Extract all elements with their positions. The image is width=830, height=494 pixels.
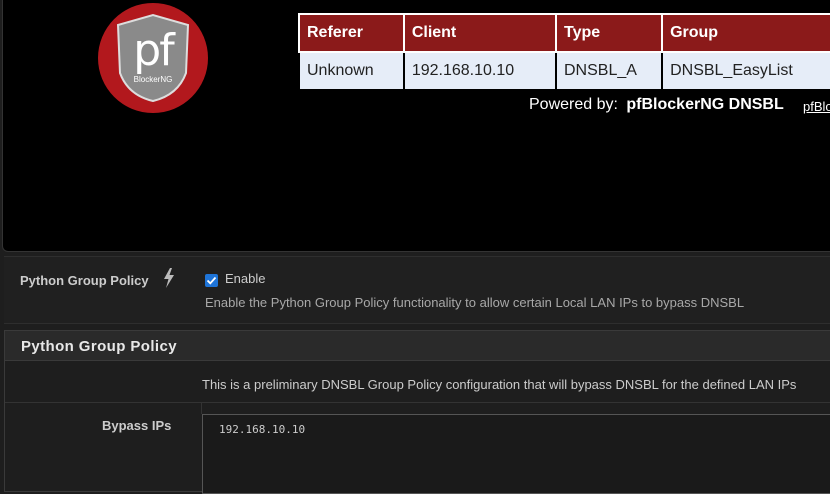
enable-checkbox[interactable]: [205, 274, 218, 287]
python-group-policy-help: Enable the Python Group Policy functiona…: [205, 295, 745, 310]
dnsbl-preview-panel: pf BlockerNG Referer Client Type Group U…: [2, 0, 830, 252]
powered-prefix: Powered by:: [529, 96, 618, 113]
python-group-policy-panel: Python Group Policy This is a preliminar…: [4, 330, 830, 494]
panel-info-text: This is a preliminary DNSBL Group Policy…: [202, 377, 797, 392]
cell-referer: Unknown: [298, 51, 405, 91]
powered-by-text: Powered by: pfBlockerNG DNSBL: [529, 96, 784, 114]
logo-subtext: BlockerNG: [133, 75, 173, 84]
logo-text: pf: [133, 25, 174, 76]
header-client: Client: [402, 13, 558, 53]
header-group: Group: [661, 13, 830, 53]
powered-name: pfBlockerNG DNSBL: [626, 96, 784, 113]
cell-group: DNSBL_EasyList: [661, 51, 830, 91]
pfblockerng-logo-icon: pf BlockerNG: [98, 3, 208, 113]
python-group-policy-label: Python Group Policy: [20, 273, 149, 288]
bolt-icon[interactable]: [162, 268, 176, 288]
python-group-policy-row: Python Group Policy Enable Enable the Py…: [4, 256, 830, 324]
table-header-row: Referer Client Type Group: [298, 13, 830, 53]
bypass-ips-label: Bypass IPs: [102, 418, 172, 433]
bypass-ips-textarea[interactable]: 192.168.10.10: [202, 414, 830, 494]
checkmark-icon: [206, 276, 217, 285]
cell-client: 192.168.10.10: [402, 51, 558, 91]
header-type: Type: [554, 13, 664, 53]
enable-label[interactable]: Enable: [225, 271, 265, 286]
cell-type: DNSBL_A: [554, 51, 664, 91]
powered-link[interactable]: pfBlo: [803, 99, 830, 114]
divider: [201, 402, 202, 414]
header-referer: Referer: [298, 13, 405, 53]
panel-title: Python Group Policy: [5, 331, 830, 361]
block-info-table: Referer Client Type Group Unknown 192.16…: [298, 13, 830, 91]
table-row: Unknown 192.168.10.10 DNSBL_A DNSBL_Easy…: [298, 51, 830, 91]
panel-info-row: This is a preliminary DNSBL Group Policy…: [5, 362, 830, 403]
